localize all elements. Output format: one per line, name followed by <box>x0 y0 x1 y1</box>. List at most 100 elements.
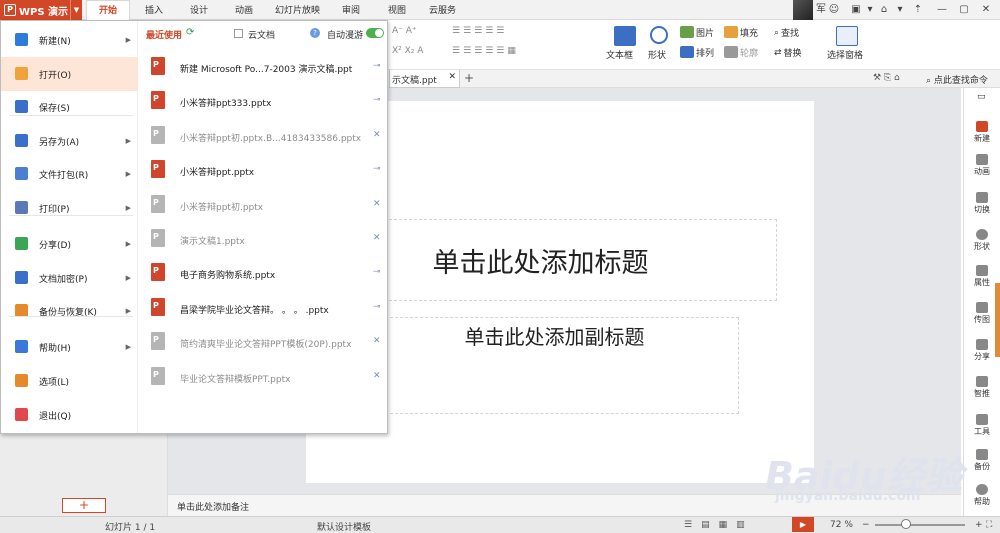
decrease-font-icon[interactable]: A⁻ A⁺ <box>392 26 417 36</box>
file-menu-item[interactable]: 打印(P) ▶ <box>1 191 138 225</box>
recent-file-item[interactable]: 小米答辩ppt.pptx ⊸ <box>139 153 388 187</box>
tab-animation[interactable]: 动画 <box>235 3 253 16</box>
find-button[interactable]: ⌕ 查找 <box>774 26 799 40</box>
picture-button[interactable]: 图片 <box>696 26 714 39</box>
close-icon[interactable]: ✕ <box>980 4 992 16</box>
pane-help[interactable]: 帮助 <box>964 484 1000 507</box>
list-format-icons[interactable]: ☰☰☰☰☰ <box>452 26 507 36</box>
tab-slideshow[interactable]: 幻灯片放映 <box>275 3 320 16</box>
textbox-button[interactable]: 文本框 <box>606 48 633 61</box>
pane-tools[interactable]: 工具 <box>964 414 1000 437</box>
refresh-icon[interactable]: ⟳ <box>186 27 194 38</box>
chevron-down-icon[interactable]: ▼ <box>70 0 82 20</box>
fit-window-icon[interactable]: ⛶ <box>986 520 992 530</box>
play-slideshow-button[interactable]: ▶ <box>792 517 814 532</box>
picture-icon[interactable] <box>680 26 694 38</box>
add-slide-button[interactable]: + <box>62 498 106 513</box>
shirt-icon[interactable]: ▾ <box>864 4 876 16</box>
collapse-icon[interactable]: ▭ <box>977 92 986 102</box>
replace-button[interactable]: ⇄ 替换 <box>774 46 802 60</box>
arrange-button[interactable]: 排列 <box>696 46 714 59</box>
tab-design[interactable]: 设计 <box>190 3 208 16</box>
recent-file-item[interactable]: 新建 Microsoft Po...7-2003 演示文稿.ppt ⊸ <box>139 50 388 84</box>
pane-backup[interactable]: 备份 <box>964 449 1000 472</box>
arrange-icon[interactable] <box>680 46 694 58</box>
shape-icon[interactable] <box>650 26 668 44</box>
recent-file-item[interactable]: 小米答辩ppt初.pptx.B...4183433586.pptx ✕ <box>139 119 388 153</box>
tab-cloud[interactable]: 云服务 <box>429 3 456 16</box>
select-pane-icon[interactable] <box>836 26 858 46</box>
pin-icon[interactable]: ⊸ <box>373 267 381 277</box>
tab-review[interactable]: 审阅 <box>342 3 360 16</box>
fill-button[interactable]: 填充 <box>740 26 758 39</box>
zoom-in-icon[interactable]: + <box>975 520 983 530</box>
template-name[interactable]: 默认设计模板 <box>317 520 371 533</box>
recent-file-item[interactable]: 电子商务购物系统.pptx ⊸ <box>139 256 388 290</box>
outline-icon[interactable] <box>724 46 738 58</box>
remove-icon[interactable]: ✕ <box>373 199 381 209</box>
file-menu-item[interactable]: 帮助(H) ▶ <box>1 330 138 364</box>
restore-up-icon[interactable]: ⇡ <box>912 4 924 16</box>
zoom-level[interactable]: 72 % <box>830 520 853 530</box>
file-menu-item[interactable]: 文档加密(P) ▶ <box>1 261 138 295</box>
fill-icon[interactable] <box>724 26 738 38</box>
textbox-icon[interactable] <box>614 26 636 46</box>
pane-transition[interactable]: 切换 <box>964 192 1000 215</box>
pane-animation[interactable]: 动画 <box>964 154 1000 177</box>
file-menu-item[interactable]: 备份与恢复(K) ▶ <box>1 294 138 328</box>
clipboard-icon[interactable]: ▣ <box>850 4 862 16</box>
tab-home[interactable]: 开始 <box>86 0 131 21</box>
file-menu-item[interactable]: 另存为(A) ▶ <box>1 124 138 158</box>
zoom-slider-track[interactable] <box>875 524 965 526</box>
zoom-slider-handle[interactable] <box>901 519 911 529</box>
subtitle-placeholder[interactable]: 单击此处添加副标题 <box>370 317 739 414</box>
remove-icon[interactable]: ✕ <box>373 371 381 381</box>
recent-file-item[interactable]: 简约清爽毕业论文答辩PPT模板(20P).pptx ✕ <box>139 325 388 359</box>
cloud-docs-checkbox[interactable] <box>234 29 243 38</box>
pane-shape[interactable]: 形状 <box>964 229 1000 252</box>
maximize-icon[interactable]: ▢ <box>958 4 970 16</box>
auto-roam-toggle[interactable] <box>366 28 384 38</box>
minimize-icon[interactable]: — <box>936 4 948 16</box>
skin-icon[interactable]: ☺ <box>828 4 840 16</box>
pin-icon[interactable]: ⌂ <box>878 4 890 16</box>
file-menu-item[interactable]: 选项(L) <box>1 364 138 398</box>
recent-file-item[interactable]: 昌梁学院毕业论文答辩。 。 。 .pptx ⊸ <box>139 291 388 325</box>
view-buttons[interactable]: ☰▤▦▥ <box>684 520 754 530</box>
remove-icon[interactable]: ✕ <box>373 130 381 140</box>
remove-icon[interactable]: ✕ <box>373 336 381 346</box>
new-tab-icon[interactable]: + <box>464 71 474 85</box>
file-menu-item[interactable]: 新建(N) ▶ <box>1 23 138 57</box>
app-menu-button[interactable]: P WPS 演示 ▼ <box>0 0 82 20</box>
file-menu-item[interactable]: 文件打包(R) ▶ <box>1 157 138 191</box>
pin-icon[interactable]: ⊸ <box>373 302 381 312</box>
file-menu-item[interactable]: 退出(Q) <box>1 398 138 432</box>
pane-new[interactable]: 新建 <box>964 121 1000 144</box>
superscript-icon[interactable]: X² X₂ A <box>392 46 423 56</box>
remove-icon[interactable]: ✕ <box>373 233 381 243</box>
more-icon[interactable]: ▾ <box>894 4 906 16</box>
pin-icon[interactable]: ⊸ <box>373 164 381 174</box>
recent-file-item[interactable]: 小米答辩ppt初.pptx ✕ <box>139 188 388 222</box>
recent-file-item[interactable]: 演示文稿1.pptx ✕ <box>139 222 388 256</box>
outline-button[interactable]: 轮廓 <box>740 46 758 59</box>
recent-file-item[interactable]: 毕业论文答辩模板PPT.pptx ✕ <box>139 360 388 394</box>
document-tab[interactable]: 示文稿.ppt ✕ <box>389 70 460 88</box>
zoom-out-icon[interactable]: − <box>862 520 870 530</box>
help-icon[interactable]: ? <box>310 28 320 38</box>
avatar[interactable] <box>793 0 813 20</box>
file-menu-item[interactable]: 保存(S) <box>1 90 138 124</box>
shape-button[interactable]: 形状 <box>648 48 666 61</box>
tab-insert[interactable]: 插入 <box>145 3 163 16</box>
command-search[interactable]: ⌕ 点此查找命令 <box>926 73 988 86</box>
pane-smart-push[interactable]: 智推 <box>964 376 1000 399</box>
tab-view[interactable]: 视图 <box>388 3 406 16</box>
select-pane-button[interactable]: 选择窗格 <box>827 48 863 61</box>
pin-icon[interactable]: ⊸ <box>373 95 381 105</box>
recent-file-item[interactable]: 小米答辩ppt333.pptx ⊸ <box>139 84 388 118</box>
align-icons[interactable]: ☰☰☰☰☰▦ <box>452 46 519 56</box>
tool-icons[interactable]: ⚒ ⎘ ⌂ <box>873 73 900 83</box>
user-name[interactable]: 军 <box>816 4 826 16</box>
pin-icon[interactable]: ⊸ <box>373 61 381 71</box>
file-menu-item[interactable]: 打开(O) <box>1 57 138 91</box>
